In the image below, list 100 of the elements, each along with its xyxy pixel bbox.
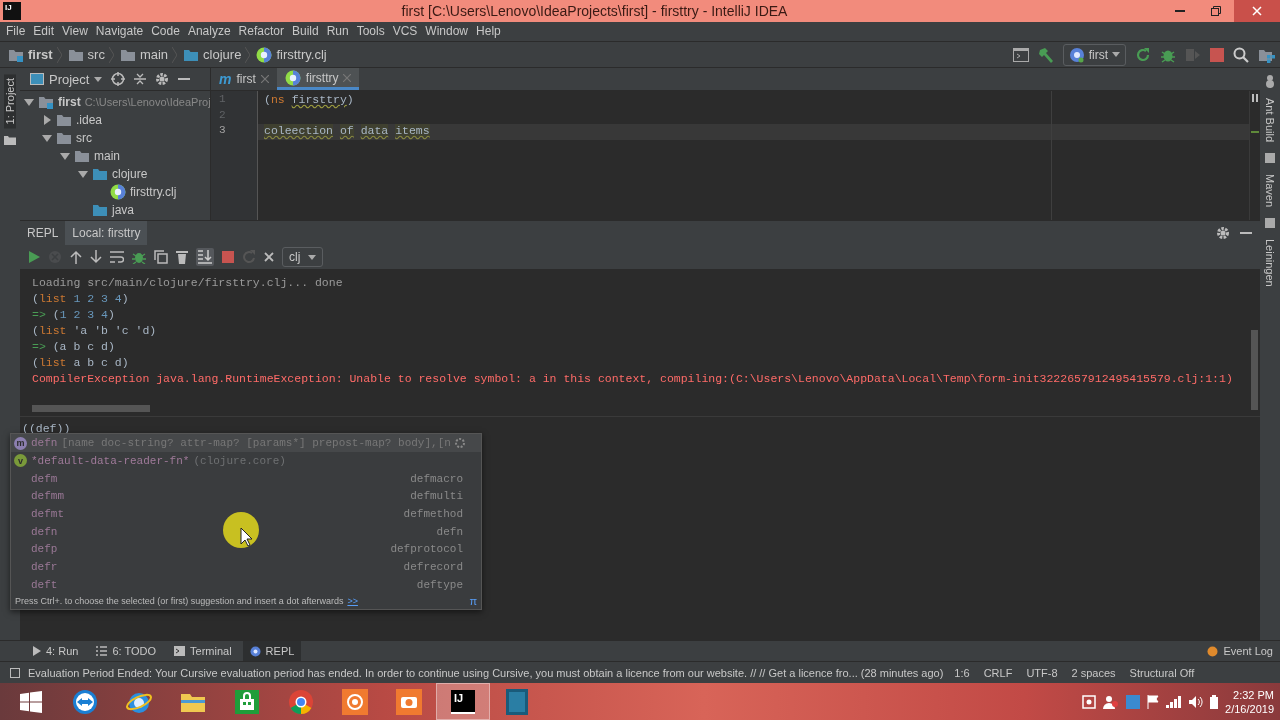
down-arrow-icon[interactable] bbox=[90, 250, 102, 265]
tool-window-button[interactable]: REPL bbox=[242, 641, 302, 662]
expand-arrow-icon[interactable] bbox=[24, 97, 34, 108]
breadcrumb[interactable]: src bbox=[67, 47, 105, 63]
close-icon[interactable] bbox=[264, 252, 274, 263]
hint-link[interactable]: >> bbox=[347, 596, 358, 607]
tool-window-tab[interactable]: 1: Project bbox=[4, 74, 16, 129]
menu-item[interactable]: File bbox=[2, 24, 30, 39]
status-item[interactable]: UTF-8 bbox=[1023, 666, 1061, 679]
stop-icon[interactable] bbox=[222, 251, 234, 264]
tree-item[interactable]: clojure bbox=[112, 167, 148, 182]
folder-icon bbox=[56, 131, 72, 146]
status-square-icon[interactable] bbox=[10, 667, 20, 678]
battery-icon[interactable] bbox=[1210, 694, 1219, 709]
completion-item[interactable]: deft deftype bbox=[11, 575, 481, 594]
menu-item[interactable]: Navigate bbox=[91, 24, 148, 39]
project-view-dropdown[interactable]: Project bbox=[30, 71, 103, 87]
menu-item[interactable]: Tools bbox=[352, 24, 389, 39]
settings-icon[interactable] bbox=[155, 72, 170, 87]
signal-icon[interactable] bbox=[1166, 695, 1183, 708]
run-configuration-dropdown[interactable]: first bbox=[1062, 43, 1126, 66]
copy-icon[interactable] bbox=[154, 250, 168, 265]
minimize-icon[interactable] bbox=[1240, 232, 1252, 235]
tree-item[interactable]: .idea bbox=[76, 113, 103, 128]
menu-item[interactable]: Code bbox=[147, 24, 184, 39]
collapse-icon[interactable] bbox=[134, 72, 147, 87]
trash-icon[interactable] bbox=[176, 250, 188, 265]
menu-item[interactable]: Run bbox=[322, 24, 353, 39]
scroll-to-end-button[interactable] bbox=[196, 248, 214, 267]
tool-window-tab[interactable]: Local: firsttry bbox=[65, 221, 148, 246]
scrollbar-thumb[interactable] bbox=[32, 405, 150, 413]
status-message[interactable]: Evaluation Period Ended: Your Cursive evaluation period has ended. In order to continue using Cursive, you must obtain a licence from our website. // // Get a licence fro... (28 minutes ago) bbox=[28, 666, 944, 679]
capture-icon[interactable] bbox=[1082, 694, 1097, 709]
menu-item[interactable]: Window bbox=[421, 24, 473, 39]
volume-icon[interactable] bbox=[1189, 695, 1204, 708]
tree-item[interactable]: firsttry.clj bbox=[130, 185, 177, 200]
completion-item[interactable]: defn defn bbox=[11, 522, 481, 541]
menu-item[interactable]: Help bbox=[472, 24, 505, 39]
locate-icon[interactable] bbox=[111, 72, 126, 87]
taskbar-app[interactable]: IJ bbox=[436, 683, 490, 720]
completion-item[interactable]: defp defprotocol bbox=[11, 540, 481, 559]
tool-window-tab[interactable]: Ant Build bbox=[1264, 94, 1276, 147]
breadcrumb[interactable]: firsttry.clj bbox=[256, 46, 327, 63]
tool-window-tab[interactable]: Maven bbox=[1264, 170, 1276, 212]
run-icon[interactable] bbox=[28, 251, 40, 264]
hammer-icon[interactable] bbox=[1037, 46, 1054, 63]
breadcrumb[interactable]: clojure bbox=[183, 47, 242, 63]
tool-window-button[interactable]: Terminal bbox=[167, 641, 239, 662]
completion-item[interactable]: defmt defmethod bbox=[11, 505, 481, 523]
editor-tab[interactable]: firsttry bbox=[276, 68, 360, 91]
status-item[interactable]: Structural Off bbox=[1126, 666, 1198, 679]
panel-icon bbox=[30, 73, 44, 86]
status-item[interactable]: 2 spaces bbox=[1068, 666, 1119, 679]
tool-window-tab[interactable]: REPL bbox=[20, 221, 66, 246]
people-icon[interactable] bbox=[1103, 694, 1120, 709]
status-item[interactable]: CRLF bbox=[980, 666, 1016, 679]
tool-window-button[interactable]: 6: TODO bbox=[89, 641, 164, 662]
tool-window-button[interactable]: 4: Run bbox=[26, 641, 86, 662]
stop-icon[interactable] bbox=[1210, 47, 1224, 62]
path-hint: C:\Users\Lenovo\IdeaProj bbox=[84, 96, 210, 109]
menu-item[interactable]: Edit bbox=[29, 24, 59, 39]
tree-item[interactable]: src bbox=[76, 131, 92, 146]
editor-tab[interactable]: m first bbox=[211, 68, 277, 91]
expand-arrow-icon[interactable] bbox=[42, 115, 52, 126]
status-item[interactable]: 1:6 bbox=[951, 666, 973, 679]
clock[interactable]: 2:32 PM 2/16/2019 bbox=[1225, 687, 1274, 716]
scrollbar-thumb[interactable] bbox=[1251, 330, 1258, 411]
menu-item[interactable]: Refactor bbox=[234, 24, 288, 39]
dialect-dropdown[interactable]: clj bbox=[282, 247, 324, 268]
tree-item[interactable]: main bbox=[94, 149, 120, 164]
breadcrumb[interactable]: first bbox=[8, 47, 53, 63]
bug-icon[interactable] bbox=[132, 250, 146, 265]
search-icon[interactable] bbox=[1233, 46, 1249, 63]
minimize-icon bbox=[1175, 10, 1185, 12]
pause-icon[interactable] bbox=[1252, 94, 1258, 103]
flag-icon[interactable] bbox=[1147, 694, 1160, 709]
menu-item[interactable]: VCS bbox=[388, 24, 422, 39]
clojure-file-icon bbox=[110, 184, 126, 201]
terminal-icon[interactable] bbox=[1012, 47, 1029, 62]
expand-arrow-icon[interactable] bbox=[60, 151, 70, 162]
menu-item[interactable]: View bbox=[58, 24, 92, 39]
event-log-button[interactable]: Event Log bbox=[1200, 641, 1280, 662]
settings-icon[interactable] bbox=[1216, 226, 1230, 241]
completion-item[interactable]: defr defrecord bbox=[11, 558, 481, 576]
tool-window-tab[interactable]: Leiningen bbox=[1264, 235, 1276, 292]
soft-wrap-icon[interactable] bbox=[110, 251, 124, 264]
popup-corner-button[interactable]: π bbox=[469, 595, 477, 608]
menu-item[interactable]: Build bbox=[287, 24, 323, 39]
minimize-icon[interactable] bbox=[178, 78, 191, 81]
tree-item[interactable]: first bbox=[58, 95, 81, 110]
up-arrow-icon[interactable] bbox=[70, 250, 82, 265]
expand-arrow-icon[interactable] bbox=[78, 169, 88, 180]
rerun-icon[interactable] bbox=[1135, 46, 1151, 63]
folder-icon bbox=[183, 47, 200, 62]
expand-arrow-icon[interactable] bbox=[42, 133, 52, 144]
tree-item[interactable]: java bbox=[112, 203, 134, 218]
menu-item[interactable]: Analyze bbox=[183, 24, 235, 39]
breadcrumb[interactable]: main bbox=[119, 47, 169, 63]
completion-item[interactable]: defmm defmulti bbox=[11, 487, 481, 506]
completion-item[interactable]: defm defmacro bbox=[11, 469, 481, 488]
